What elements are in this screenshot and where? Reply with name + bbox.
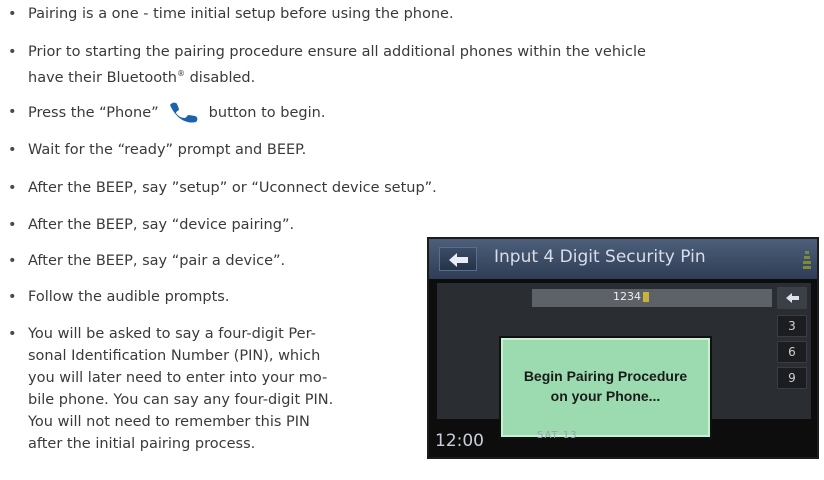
date-label: SAT 13 xyxy=(537,430,578,441)
begin-text: button to begin. xyxy=(208,105,326,121)
bullet-marker: • xyxy=(8,326,17,342)
backspace-arrow-icon xyxy=(786,293,799,303)
bullet-marker: • xyxy=(8,6,17,22)
list-item-line: Prior to starting the pairing procedure … xyxy=(28,44,646,60)
list-item-text: You will be asked to say a four-digit Pe… xyxy=(28,323,333,455)
clock: 12:00 xyxy=(435,431,484,451)
list-item: • Wait for the “ready” prompt and BEEP. xyxy=(8,139,306,161)
dialog-line-2: on your Phone... xyxy=(550,388,661,404)
list-item-line: sonal Identification Number (PIN), which xyxy=(28,348,321,364)
bullet-marker: • xyxy=(8,253,17,269)
pairing-dialog: Begin Pairing Procedure on your Phone... xyxy=(499,336,712,439)
delete-button[interactable] xyxy=(777,287,807,309)
list-item-text: Wait for the “ready” prompt and BEEP. xyxy=(28,142,307,158)
list-item-text: Prior to starting the pairing procedure … xyxy=(28,41,646,89)
key-9[interactable]: 9 xyxy=(777,367,807,389)
list-item: • Pairing is a one - time initial setup … xyxy=(8,3,454,25)
signal-icon xyxy=(803,251,811,269)
list-item-text: After the BEEP, say “device pairing”. xyxy=(28,217,295,233)
list-item: • Prior to starting the pairing procedur… xyxy=(8,41,646,89)
list-item: • After the BEEP, say “device pairing”. xyxy=(8,214,294,236)
key-3[interactable]: 3 xyxy=(777,315,807,337)
bullet-marker: • xyxy=(8,180,17,196)
pin-cursor xyxy=(643,292,649,302)
list-item-text: After the BEEP, say “pair a device”. xyxy=(28,253,286,269)
list-item-line: bile phone. You can say any four-digit P… xyxy=(28,392,334,408)
key-6[interactable]: 6 xyxy=(777,341,807,363)
list-item-text: Press the “Phone” button to begin. xyxy=(28,101,325,130)
bullet-marker: • xyxy=(8,217,17,233)
disabled-text: disabled. xyxy=(184,70,256,86)
phone-handset-icon xyxy=(167,101,201,130)
screen-title: Input 4 Digit Security Pin xyxy=(494,247,706,267)
list-item-line: after the initial pairing process. xyxy=(28,436,256,452)
bullet-marker: • xyxy=(8,142,17,158)
list-item-line: You will be asked to say a four-digit Pe… xyxy=(28,326,316,342)
pin-keypad: 1234 3 6 9 0 Begin Pairing Procedure on … xyxy=(437,283,811,439)
list-item-text: After the BEEP, say ”setup” or “Uconnect… xyxy=(28,180,437,196)
registered-mark: ® xyxy=(176,69,185,78)
pin-value: 1234 xyxy=(613,290,641,303)
screen-title-bar: Input 4 Digit Security Pin xyxy=(429,239,817,279)
list-item-line: you will later need to enter into your m… xyxy=(28,370,328,386)
bullet-marker: • xyxy=(8,289,17,305)
list-item-line: You will not need to remember this PIN xyxy=(28,414,310,430)
bullet-marker: • xyxy=(8,104,17,120)
list-item-line: have their Bluetooth® disabled. xyxy=(28,63,646,89)
back-button[interactable] xyxy=(439,247,477,271)
bullet-marker: • xyxy=(8,44,17,60)
radio-screen-photo: Input 4 Digit Security Pin 1234 3 6 9 0 … xyxy=(427,237,819,459)
bluetooth-text: have their Bluetooth xyxy=(28,70,177,86)
list-item: • After the BEEP, say “pair a device”. xyxy=(8,250,285,272)
list-item: • Press the “Phone” button to begin. xyxy=(8,101,325,130)
list-item-text: Follow the audible prompts. xyxy=(28,289,230,305)
back-arrow-icon xyxy=(449,253,468,267)
dialog-line-1: Begin Pairing Procedure xyxy=(523,368,688,384)
list-item: • After the BEEP, say ”setup” or “Uconne… xyxy=(8,177,437,199)
list-item: • Follow the audible prompts. xyxy=(8,286,229,308)
list-item: • You will be asked to say a four-digit … xyxy=(8,323,333,455)
list-item-text: Pairing is a one - time initial setup be… xyxy=(28,6,454,22)
press-phone-text: Press the “Phone” xyxy=(28,105,159,121)
pin-entry-field[interactable] xyxy=(532,289,772,307)
